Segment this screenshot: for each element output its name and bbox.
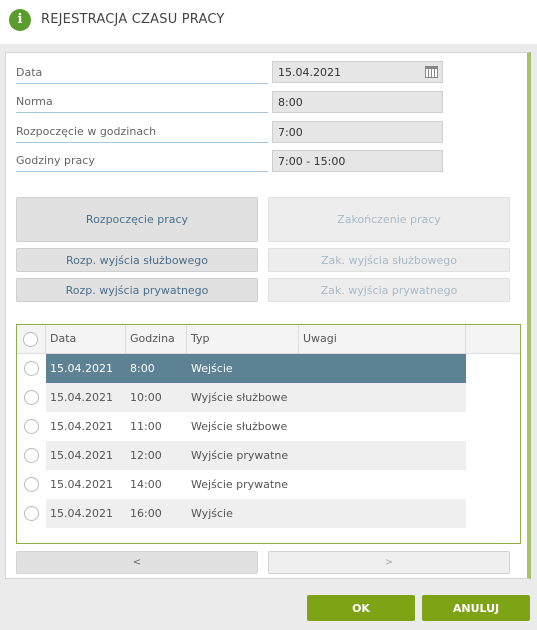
calendar-icon[interactable] xyxy=(425,66,438,78)
time-entries-grid: Data Godzina Typ Uwagi 15.04.2021 8:00 W… xyxy=(16,324,521,544)
cancel-button[interactable]: ANULUJ xyxy=(422,595,530,621)
date-field[interactable]: 15.04.2021 xyxy=(272,61,443,83)
ok-button[interactable]: OK xyxy=(307,595,415,621)
dialog-title: REJESTRACJA CZASU PRACY xyxy=(41,12,225,27)
end-private-exit-button[interactable]: Zak. wyjścia prywatnego xyxy=(268,278,510,302)
norm-field: 8:00 xyxy=(272,91,443,113)
row-time: 12:00 xyxy=(130,449,162,462)
table-row[interactable]: 15.04.2021 16:00 Wyjście xyxy=(17,499,520,528)
row-type: Wyjście prywatne xyxy=(191,449,289,462)
row-type: Wejście prywatne xyxy=(191,478,288,491)
header-time[interactable]: Godzina xyxy=(126,325,187,354)
date-value: 15.04.2021 xyxy=(278,66,341,79)
grid-header: Data Godzina Typ Uwagi xyxy=(17,325,520,354)
select-all-radio[interactable] xyxy=(23,332,38,347)
row-radio[interactable] xyxy=(24,390,39,405)
select-all-cell xyxy=(17,325,46,354)
table-row[interactable]: 15.04.2021 8:00 Wejście xyxy=(17,354,520,383)
header-type[interactable]: Typ xyxy=(187,325,299,354)
start-hours-field: 7:00 xyxy=(272,121,443,143)
row-radio[interactable] xyxy=(24,506,39,521)
prev-page-button[interactable]: < xyxy=(16,551,258,574)
row-date: 15.04.2021 xyxy=(50,420,113,433)
dialog-titlebar: i REJESTRACJA CZASU PRACY xyxy=(0,0,537,44)
row-type: Wejście służbowe xyxy=(191,420,288,433)
work-hours-label: Godziny pracy xyxy=(16,152,268,172)
row-type: Wyjście służbowe xyxy=(191,391,288,404)
row-date: 15.04.2021 xyxy=(50,478,113,491)
work-hours-field: 7:00 - 15:00 xyxy=(272,150,443,172)
header-date[interactable]: Data xyxy=(46,325,126,354)
table-row[interactable]: 15.04.2021 10:00 Wyjście służbowe xyxy=(17,383,520,412)
next-page-button[interactable]: > xyxy=(268,551,510,574)
start-business-exit-button[interactable]: Rozp. wyjścia służbowego xyxy=(16,248,258,272)
date-label: Data xyxy=(16,64,268,84)
start-private-exit-button[interactable]: Rozp. wyjścia prywatnego xyxy=(16,278,258,302)
start-work-button[interactable]: Rozpoczęcie pracy xyxy=(16,197,258,242)
norm-label: Norma xyxy=(16,93,268,113)
end-business-exit-button[interactable]: Zak. wyjścia służbowego xyxy=(268,248,510,272)
info-icon: i xyxy=(9,9,31,31)
end-work-button[interactable]: Zakończenie pracy xyxy=(268,197,510,242)
row-type: Wejście xyxy=(191,362,233,375)
row-type: Wyjście xyxy=(191,507,233,520)
row-time: 8:00 xyxy=(130,362,155,375)
table-row[interactable]: 15.04.2021 11:00 Wejście służbowe xyxy=(17,412,520,441)
row-radio[interactable] xyxy=(24,477,39,492)
start-hours-label: Rozpoczęcie w godzinach xyxy=(16,123,268,143)
table-row[interactable]: 15.04.2021 14:00 Wejście prywatne xyxy=(17,470,520,499)
row-date: 15.04.2021 xyxy=(50,362,113,375)
row-time: 16:00 xyxy=(130,507,162,520)
row-time: 14:00 xyxy=(130,478,162,491)
row-radio[interactable] xyxy=(24,448,39,463)
row-radio[interactable] xyxy=(24,419,39,434)
row-time: 10:00 xyxy=(130,391,162,404)
row-time: 11:00 xyxy=(130,420,162,433)
table-row[interactable]: 15.04.2021 12:00 Wyjście prywatne xyxy=(17,441,520,470)
row-radio[interactable] xyxy=(24,361,39,376)
row-date: 15.04.2021 xyxy=(50,507,113,520)
header-notes[interactable]: Uwagi xyxy=(299,325,466,354)
row-date: 15.04.2021 xyxy=(50,449,113,462)
main-panel: Data 15.04.2021 Norma 8:00 Rozpoczęcie w… xyxy=(5,52,531,579)
row-date: 15.04.2021 xyxy=(50,391,113,404)
